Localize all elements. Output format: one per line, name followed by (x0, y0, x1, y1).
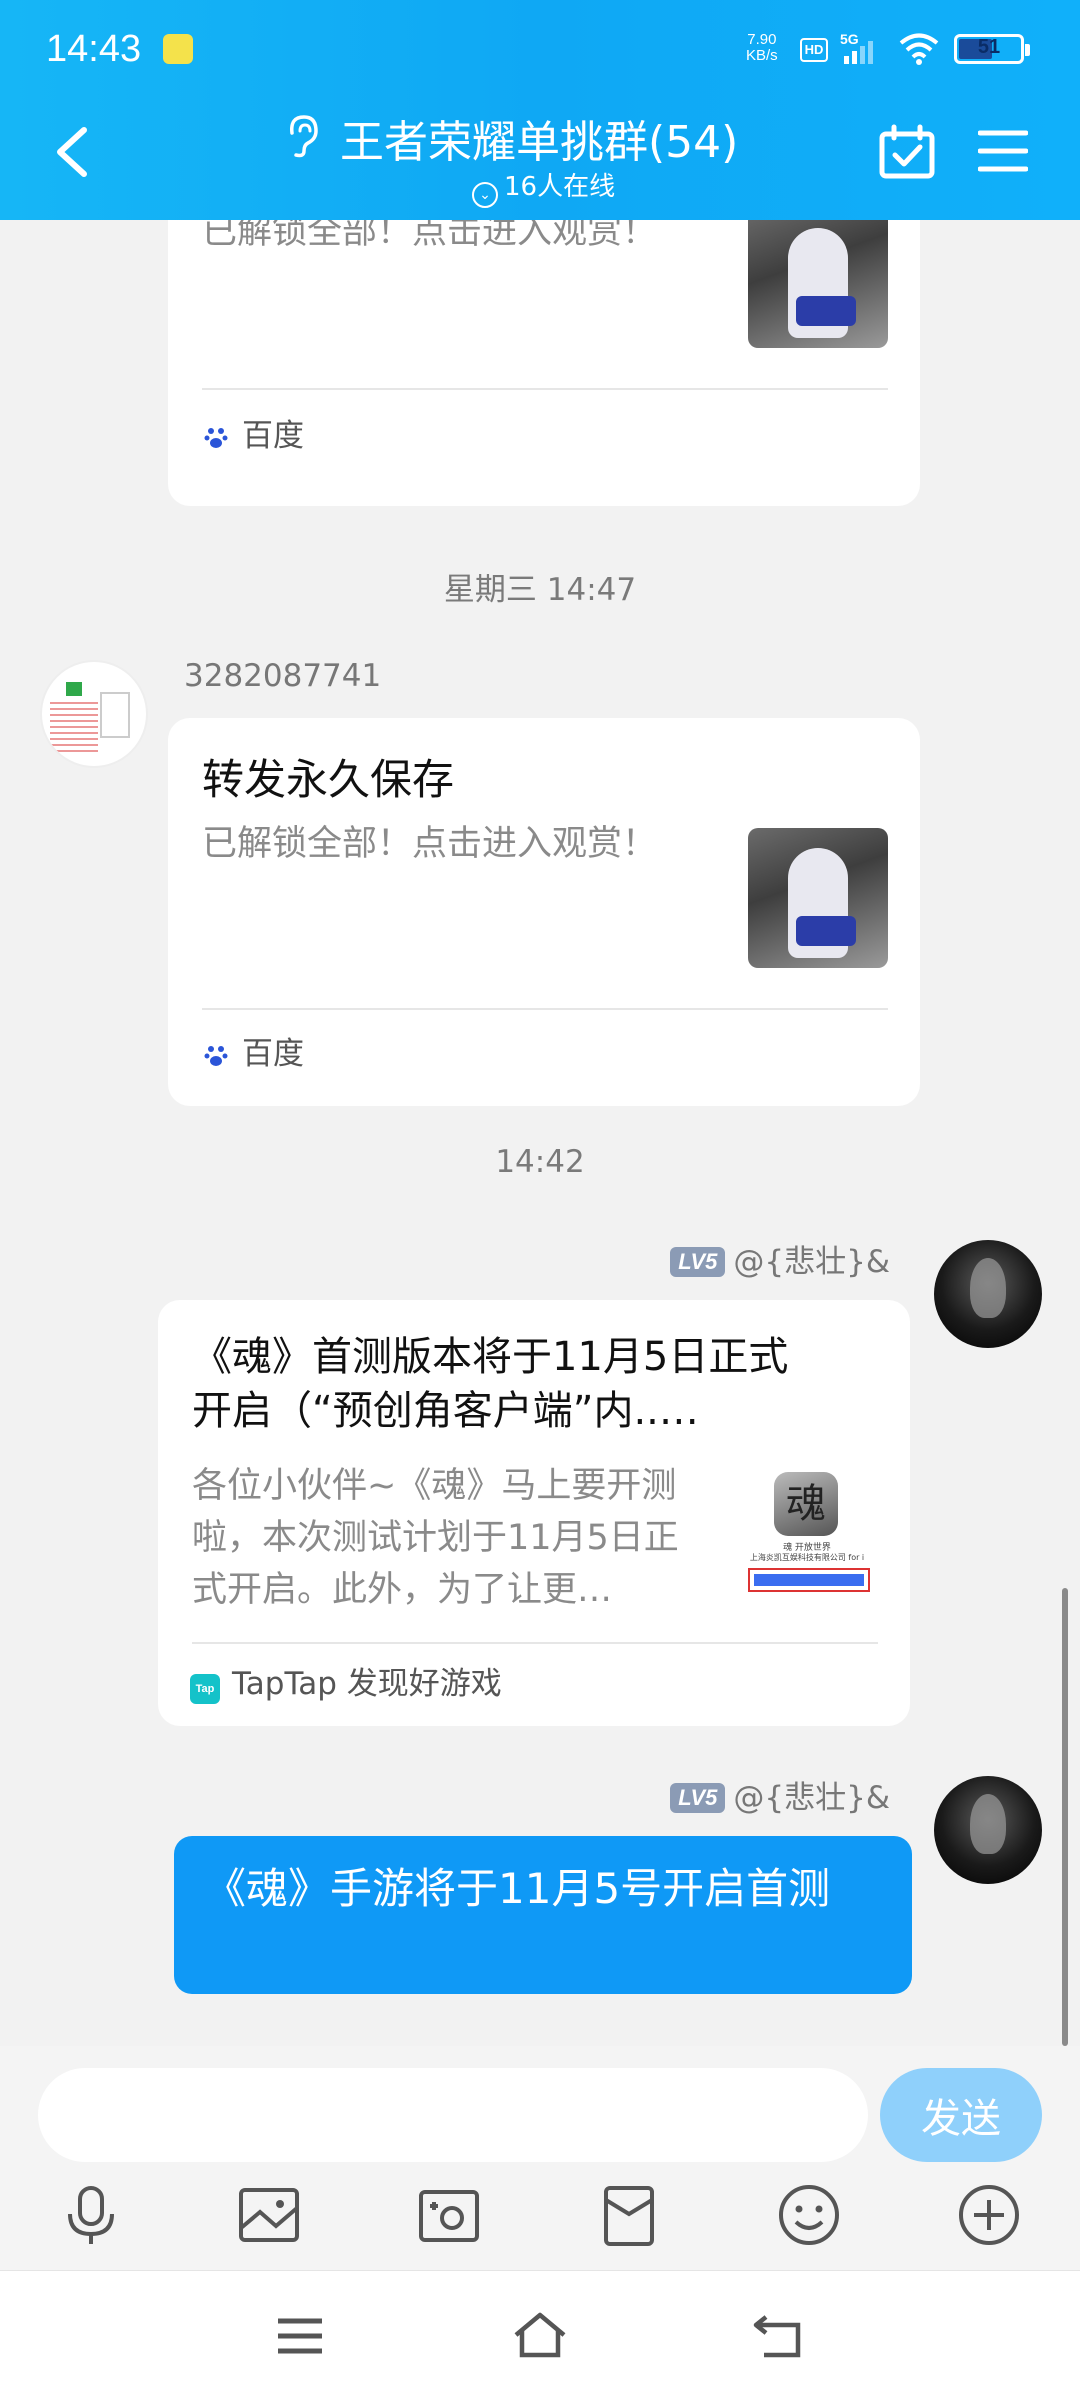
card-description: 已解锁全部！点击进入观赏！ (202, 824, 658, 864)
back-nav-icon[interactable] (752, 2311, 808, 2361)
card-desc-line: 啦，本次测试计划于11月5日正 (192, 1518, 679, 1558)
header: 14:43 7.90 KB/s HD 5G 51 王者荣耀单挑群(54) ⌄ 1… (0, 0, 1080, 220)
card-desc-line: 各位小伙伴~《魂》马上要开测 (192, 1466, 677, 1506)
message-input[interactable] (38, 2068, 868, 2162)
send-button[interactable]: 发送 (880, 2068, 1042, 2162)
network-type: 5G (840, 31, 859, 47)
microphone-icon[interactable] (58, 2182, 124, 2248)
status-time: 14:43 (46, 28, 142, 70)
thumb-caption: 上海炎凯互娱科技有限公司 for i (749, 1553, 865, 1562)
signal-5g-icon: 5G (840, 31, 873, 64)
battery-level: 51 (977, 36, 1001, 58)
card-divider (192, 1642, 878, 1644)
sender-label: @{悲壮}& (733, 1780, 890, 1816)
card-title: 《魂》首测版本将于11月5日正式 开启（“预创角客户端”内..… (192, 1330, 788, 1438)
group-title[interactable]: 王者荣耀单挑群(54) (340, 106, 738, 170)
menu-button[interactable] (978, 128, 1028, 174)
emoji-icon[interactable] (776, 2182, 842, 2248)
card-source-label: TapTap 发现好游戏 (232, 1666, 502, 1702)
card-thumbnail: 魂 魂 开放世界 上海炎凯互娱科技有限公司 for i (736, 1460, 878, 1600)
level-badge: LV5 (670, 1247, 726, 1277)
baidu-paw-icon (204, 428, 228, 448)
card-source: 百度 (204, 410, 304, 455)
timestamp: 14:42 (495, 1144, 585, 1180)
sender-name[interactable]: LV5 @{悲壮}& (670, 1772, 890, 1817)
level-badge: LV5 (670, 1783, 726, 1813)
net-speed-unit: KB/s (746, 47, 778, 64)
text-message-bubble[interactable]: 《魂》手游将于11月5号开启首测 (174, 1836, 912, 1994)
card-title-line: 开启（“预创角客户端”内..… (192, 1388, 699, 1434)
card-source-label: 百度 (242, 418, 304, 454)
red-packet-icon[interactable] (596, 2182, 662, 2248)
card-thumbnail (748, 220, 888, 348)
card-divider (202, 1008, 888, 1010)
network-speed: 7.90 KB/s (746, 32, 778, 64)
link-card-baidu-2[interactable]: 转发永久保存 已解锁全部！点击进入观赏！ 百度 (168, 718, 920, 1106)
calendar-check-button[interactable] (878, 124, 936, 180)
sender-name[interactable]: LV5 @{悲壮}& (670, 1236, 890, 1281)
card-source: 百度 (204, 1028, 304, 1073)
online-count-label: 16人在线 (504, 172, 616, 202)
thumb-button (748, 1568, 870, 1592)
avatar[interactable] (934, 1240, 1042, 1348)
timestamp: 星期三 14:47 (443, 572, 637, 608)
card-source-label: 百度 (242, 1036, 304, 1072)
online-count[interactable]: ⌄ 16人在线 (472, 166, 615, 208)
link-card-taptap[interactable]: 《魂》首测版本将于11月5日正式 开启（“预创角客户端”内..… 各位小伙伴~《… (158, 1300, 910, 1726)
game-app-icon: 魂 (774, 1472, 838, 1536)
chevron-down-icon: ⌄ (472, 182, 498, 208)
camera-icon[interactable] (416, 2182, 482, 2248)
card-title-line: 《魂》首测版本将于11月5日正式 (192, 1334, 789, 1380)
card-description: 各位小伙伴~《魂》马上要开测 啦，本次测试计划于11月5日正 式开启。此外，为了… (192, 1460, 712, 1616)
hd-icon: HD (800, 38, 828, 62)
avatar[interactable] (40, 660, 148, 768)
card-divider (202, 388, 888, 390)
status-bar: 14:43 7.90 KB/s HD 5G 51 (0, 0, 1080, 100)
taptap-icon: Tap (190, 1674, 220, 1704)
avatar[interactable] (934, 1776, 1042, 1884)
back-button[interactable] (48, 124, 98, 180)
card-title: 转发永久保存 (202, 755, 455, 804)
baidu-paw-icon (204, 1046, 228, 1066)
chat-area[interactable]: 已解锁全部！点击进入观赏！ 百度 星期三 14:47 3282087741 转发… (0, 220, 1080, 2046)
battery-icon: 51 (954, 34, 1030, 64)
system-nav-bar (0, 2270, 1080, 2400)
sender-name[interactable]: 3282087741 (184, 658, 381, 694)
ear-icon[interactable] (282, 113, 322, 159)
card-source: Tap TapTap 发现好游戏 (190, 1658, 502, 1704)
card-thumbnail (748, 828, 888, 968)
card-description: 已解锁全部！点击进入观赏！ (202, 220, 658, 252)
card-desc-line: 式开启。此外，为了让更… (192, 1570, 613, 1610)
wifi-icon (899, 33, 939, 65)
link-card-baidu-1[interactable]: 已解锁全部！点击进入观赏！ 百度 (168, 220, 920, 506)
app-notification-icon (163, 34, 193, 64)
scrollbar[interactable] (1062, 1588, 1068, 2046)
net-speed-value: 7.90 (747, 31, 777, 48)
plus-icon[interactable] (956, 2182, 1022, 2248)
input-area: 发送 (0, 2046, 1080, 2270)
sender-label: @{悲壮}& (733, 1244, 890, 1280)
home-icon[interactable] (512, 2311, 568, 2361)
image-icon[interactable] (236, 2182, 302, 2248)
recent-apps-icon[interactable] (272, 2311, 328, 2361)
